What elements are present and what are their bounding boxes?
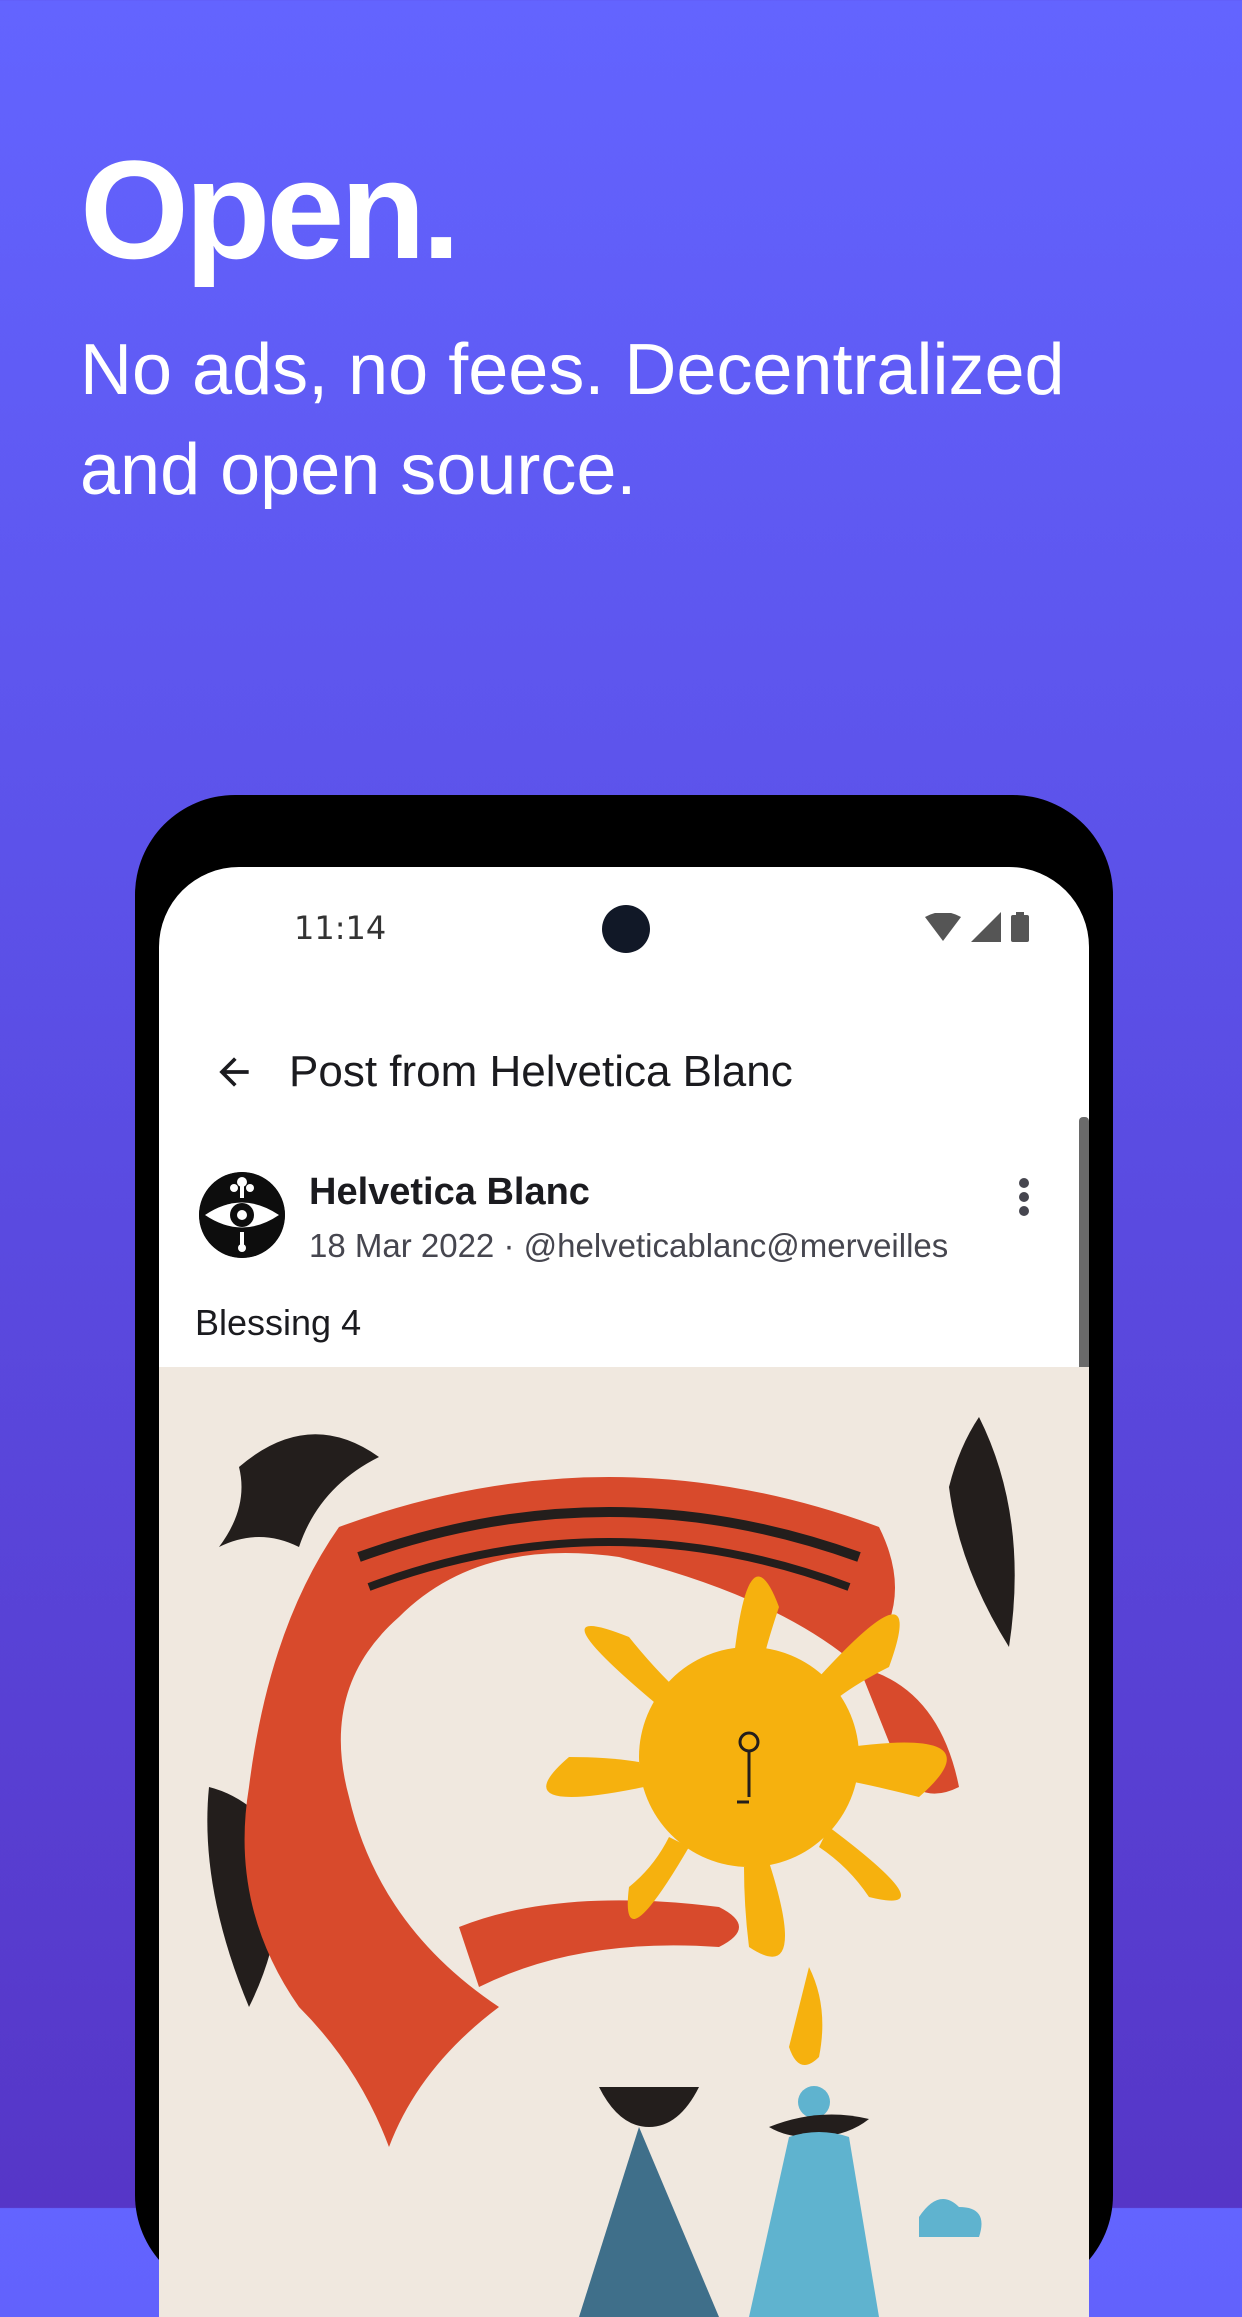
back-button[interactable]: [199, 1037, 269, 1107]
illustration-image: [207, 1417, 1015, 2317]
more-vertical-icon: [1019, 1178, 1029, 1216]
top-app-bar: Post from Helvetica Blanc: [159, 1017, 1089, 1127]
promo-subline: No ads, no fees. Decentralized and open …: [80, 330, 1065, 510]
post-meta: 18 Mar 2022 · @helveticablanc@merveilles…: [309, 1227, 949, 1264]
wifi-icon: [925, 913, 961, 941]
phone-screen: 11:14 Post from Helvetica Blanc Helvetic…: [159, 867, 1089, 2317]
post-content: Blessing 4: [195, 1302, 362, 1343]
post-header[interactable]: Helvetica Blanc 18 Mar 2022 · @helvetica…: [159, 1157, 1089, 1277]
battery-icon: [1011, 912, 1029, 942]
page-title: Post from Helvetica Blanc: [289, 1047, 793, 1096]
post-media-image[interactable]: [159, 1367, 1089, 2317]
promo-headline: Open.: [80, 131, 461, 288]
status-icons: [925, 911, 1029, 943]
arrow-left-icon: [219, 1057, 249, 1087]
signal-icon: [971, 912, 1001, 942]
avatar[interactable]: [199, 1172, 285, 1258]
status-bar: 11:14: [159, 867, 1089, 997]
more-options-button[interactable]: [999, 1167, 1049, 1227]
avatar-logo-icon: [199, 1172, 285, 1258]
status-time: 11:14: [294, 909, 387, 947]
phone-frame: 11:14 Post from Helvetica Blanc Helvetic…: [135, 795, 1113, 2317]
author-name[interactable]: Helvetica Blanc: [309, 1171, 590, 1214]
front-camera: [602, 905, 650, 953]
